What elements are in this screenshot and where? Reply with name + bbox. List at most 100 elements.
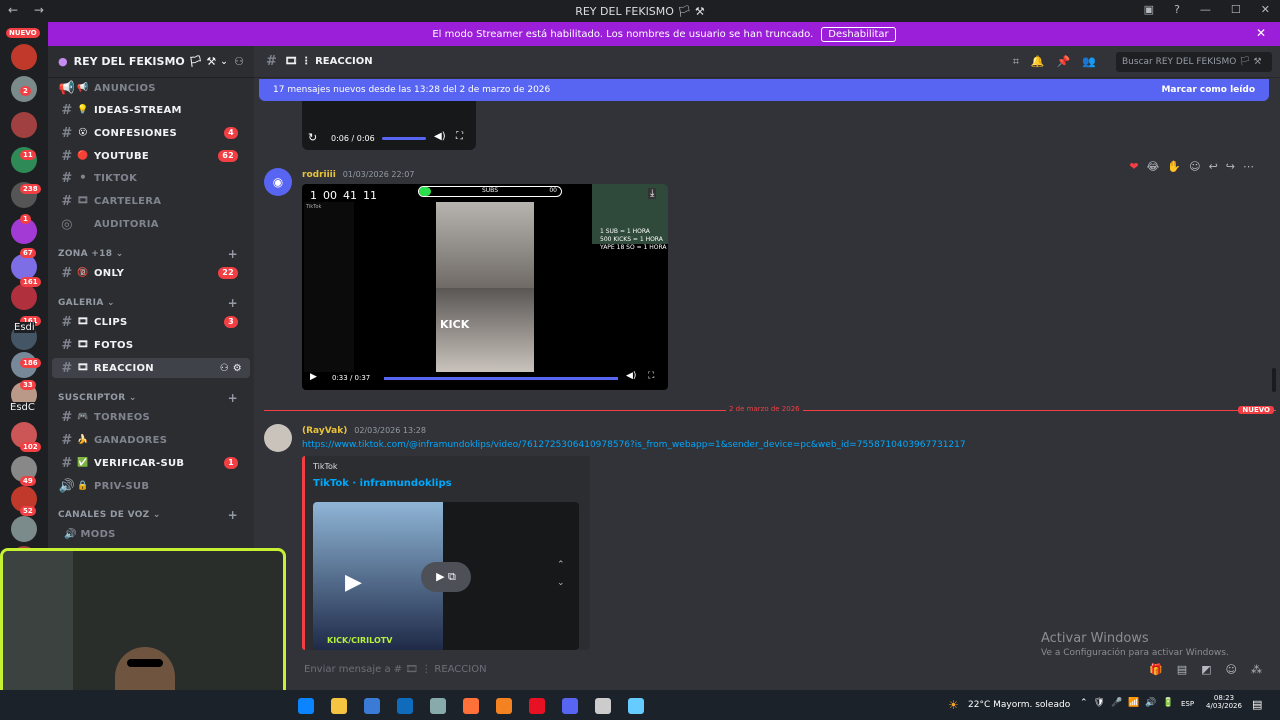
author-name[interactable]: rodriiii [302,170,336,180]
server-header[interactable]: ● REY DEL FEKISMO 🏳 ⚒ ⌄ ⚇ [48,46,254,78]
sticker-icon: ◩ [1201,662,1212,676]
volume-icon[interactable]: ◀) [626,371,636,381]
mark-read-button[interactable]: Marcar como leído [1161,85,1255,95]
channel-ideas-stream[interactable]: # 💡 IDEAS-STREAM [52,100,250,120]
embed-thumbnail[interactable]: KICK/CIRILOTV ▶ ▶ ⧉ ⌃ ⌄ [313,502,579,650]
video-embed[interactable]: 1 00 41 11 SUBS 00 TikTok KICK 1 SUB = 1 HO… [302,184,668,390]
channel-confesiones[interactable]: # 😮 CONFESIONES 4 [52,123,250,143]
channel-cartelera[interactable]: # 🎞 CARTELERA [52,191,250,211]
play-icon[interactable]: ▶ [310,372,317,382]
lang-indicator[interactable]: ESP [1181,700,1194,708]
video-player[interactable]: ↻ 0:06 / 0:06 ◀) ⛶ [302,98,476,150]
channel-label: CONFESIONES [94,127,177,139]
play-icon[interactable]: ▶ [345,570,362,595]
taskbar-app-icon[interactable] [463,698,479,714]
fullscreen-icon[interactable]: ⛶ [456,131,463,142]
add-channel-icon[interactable]: + [228,508,238,522]
category-header[interactable]: SUSCRIPTOR ⌄ + [58,391,244,405]
message-header: (RayVak) 02/03/2026 13:28 [302,426,426,436]
server-text-item[interactable]: EsdC [10,402,35,413]
server-badge: 52 [20,506,36,516]
invite-icon[interactable]: ⚇ [234,55,244,68]
tiktok-sidebar: TikTok [304,202,354,372]
taskbar-app-icon[interactable] [628,698,644,714]
streamer-banner: El modo Streamer está habilitado. Los no… [48,22,1280,46]
composer-tools[interactable]: 🎁 ▤ ◩ ☺ ⁂ [1149,663,1262,676]
search-input[interactable]: Buscar REY DEL FEKISMO 🏳 ⚒ [1116,52,1272,72]
server-icon[interactable] [11,112,37,138]
channel-fotos[interactable]: # 🎞 FOTOS [52,335,250,355]
chevron-down-icon[interactable]: ⌄ [557,578,565,588]
server-icon[interactable] [11,516,37,542]
channel-torneos[interactable]: # 🎮 TORNEOS [52,407,250,427]
channel-verificar-sub[interactable]: # ✅ VERIFICAR-SUB 1 [52,453,250,473]
video-progress[interactable] [384,377,618,380]
taskbar-app-icon[interactable] [397,698,413,714]
taskbar-app-icon[interactable] [298,698,314,714]
channel-clips[interactable]: # 🎞 CLIPS 3 [52,312,250,332]
server-icon[interactable] [11,44,37,70]
channel-anuncios[interactable]: 📢 📢 ANUNCIOS [52,78,250,98]
close-banner-icon[interactable]: ✕ [1256,26,1266,40]
tray-icons[interactable]: ⌃🛡🎤📶🔊🔋 [1080,698,1180,708]
chat-area: ↻ 0:06 / 0:06 ◀) ⛶ ◉ rodriiii 01/03/2026… [254,78,1280,690]
scrollbar-thumb[interactable] [1272,368,1276,392]
channel-ganadores[interactable]: # 🍌 GANADORES [52,430,250,450]
notifications-icon[interactable]: ▤ [1252,698,1262,711]
chevron-down-icon: ⌄ [220,56,228,67]
avatar[interactable] [264,424,292,452]
category-header[interactable]: GALERIA ⌄ + [58,296,244,310]
channel-reaccion[interactable]: # 🎞 REACCION ⚇ ⚙ [52,358,250,378]
clock[interactable]: 08:23 4/03/2026 [1204,694,1244,710]
channel-settings-icon[interactable]: ⚇ ⚙ [220,363,242,374]
avatar[interactable]: ◉ [264,168,292,196]
channel-priv-sub[interactable]: 🔊 🔒 PRIV-SUB [52,476,250,496]
server-text-item[interactable]: Esdi [14,322,35,333]
message-link[interactable]: https://www.tiktok.com/@inframundoklips/… [302,440,1002,450]
unread-badge: 62 [218,150,238,162]
channel-tiktok[interactable]: # ⚫ TIKTOK [52,168,250,188]
nav-arrows[interactable]: ← → [8,3,50,17]
window-controls[interactable]: ▣? — ☐ ✕ [1144,3,1270,16]
taskbar-app-icon[interactable] [364,698,380,714]
taskbar-app-icon[interactable] [331,698,347,714]
category-header[interactable]: ZONA +18 ⌄ + [58,247,244,261]
speaker-icon: ◎ [61,216,73,232]
chevron-up-icon[interactable]: ⌃ [557,560,565,570]
voice-channel-mods[interactable]: 🔊 MODS [52,524,250,544]
header-tools[interactable]: ⌗ 🔔 📌 👥 [1013,55,1096,69]
timestamp: 02/03/2026 13:28 [354,426,426,435]
author-name[interactable]: (RayVak) [302,426,347,436]
video-progress[interactable] [382,137,426,140]
replay-icon[interactable]: ↻ [308,131,317,144]
video-time: 0:33 / 0:37 [332,374,371,382]
unread-badge: 3 [224,316,238,328]
download-icon[interactable]: ⤓ [648,188,657,199]
fullscreen-icon[interactable]: ⛶ [648,371,654,381]
taskbar-app-icon[interactable] [562,698,578,714]
hash-icon: # [61,170,73,186]
open-icon[interactable]: ▶ ⧉ [421,562,471,592]
weather-text[interactable]: 22°C Mayorm. soleado [968,700,1070,710]
message-input[interactable]: Enviar mensaje a # 🎞 ⋮ REACCION 🎁 ▤ ◩ ☺ ⁂ [294,656,1270,682]
channel-only[interactable]: # 🔞 ONLY 22 [52,263,250,283]
server-icon[interactable] [11,284,37,310]
server-badge: 67 [20,248,36,258]
disable-button[interactable]: Deshabilitar [821,26,896,42]
channel-auditoria[interactable]: ◎ AUDITORIA [52,214,250,234]
taskbar-app-icon[interactable] [430,698,446,714]
server-badge: 161 [20,277,41,287]
add-channel-icon[interactable]: + [228,296,238,310]
taskbar-app-icon[interactable] [595,698,611,714]
taskbar-app-icon[interactable] [496,698,512,714]
volume-icon[interactable]: ◀) [434,131,446,142]
category-header[interactable]: CANALES DE VOZ ⌄ + [58,508,244,522]
message-actions[interactable]: ❤ 😂 ✋ ☺ ↩ ↪ ⋯ [1129,160,1254,173]
add-channel-icon[interactable]: + [228,391,238,405]
channel-label: FOTOS [94,339,134,351]
taskbar-app-icon[interactable] [529,698,545,714]
add-channel-icon[interactable]: + [228,247,238,261]
channel-youtube[interactable]: # 🔴 YOUTUBE 62 [52,146,250,166]
embed-title[interactable]: TikTok · inframundoklips [313,478,452,489]
new-messages-bar[interactable]: 17 mensajes nuevos desde las 13:28 del 2… [259,79,1269,101]
